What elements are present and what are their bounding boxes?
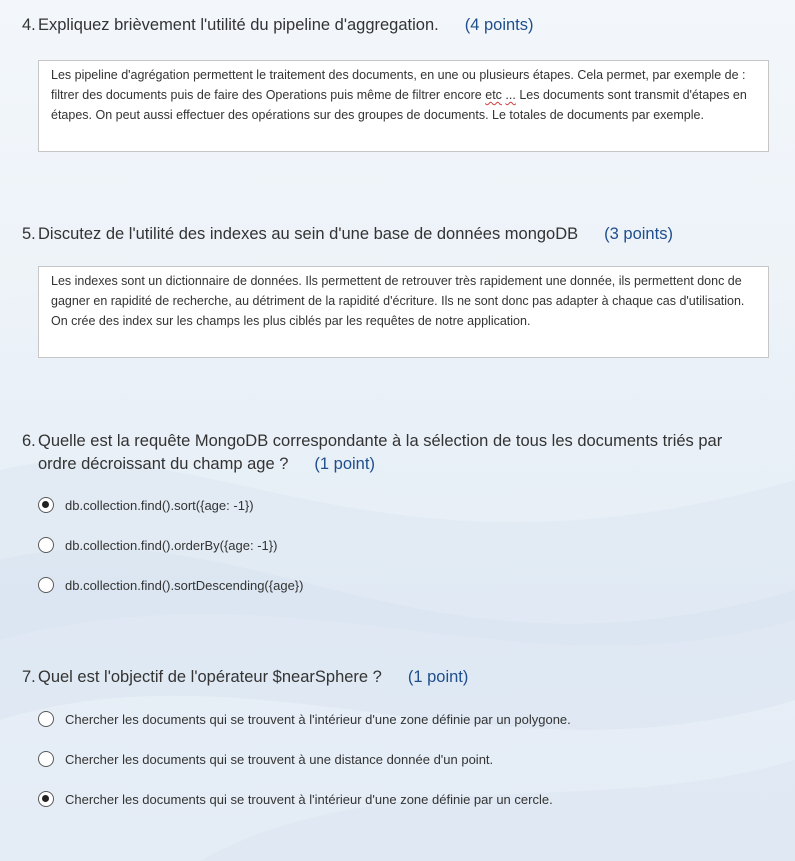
radio-option[interactable]: db.collection.find().sortDescending({age… xyxy=(38,575,303,595)
option-label: Chercher les documents qui se trouvent à… xyxy=(65,791,553,807)
question-number: 4. xyxy=(22,16,36,34)
radio-option[interactable]: db.collection.find().orderBy({age: -1}) xyxy=(38,535,277,555)
question-text: Discutez de l'utilité des indexes au sei… xyxy=(38,225,579,243)
radio-option[interactable]: Chercher les documents qui se trouvent à… xyxy=(38,789,553,809)
question-number: 5. xyxy=(22,225,36,243)
spellcheck-word: ... xyxy=(505,88,516,102)
radio-button[interactable] xyxy=(38,711,54,727)
radio-button[interactable] xyxy=(38,577,54,593)
question-title: 6. Quelle est la requête MongoDB corresp… xyxy=(22,430,762,476)
answer-textarea[interactable]: Les indexes sont un dictionnaire de donn… xyxy=(38,266,769,358)
question-number: 6. xyxy=(22,432,36,450)
option-label: Chercher les documents qui se trouvent à… xyxy=(65,711,571,727)
question-title: 5. Discutez de l'utilité des indexes au … xyxy=(22,223,762,246)
question-points: (3 points) xyxy=(604,225,673,243)
spellcheck-word: etc xyxy=(485,88,502,102)
radio-button[interactable] xyxy=(38,537,54,553)
question-points: (1 point) xyxy=(314,455,375,473)
radio-option[interactable]: db.collection.find().sort({age: -1}) xyxy=(38,495,254,515)
question-points: (4 points) xyxy=(464,16,534,34)
quiz-form: 4. Expliquez brièvement l'utilité du pip… xyxy=(0,0,795,861)
radio-button-selected[interactable] xyxy=(38,791,54,807)
option-label: db.collection.find().sort({age: -1}) xyxy=(65,497,254,513)
question-text: Quelle est la requête MongoDB correspond… xyxy=(38,432,723,473)
option-label: Chercher les documents qui se trouvent à… xyxy=(65,751,494,767)
question-points: (1 point) xyxy=(407,668,469,686)
radio-button-selected[interactable] xyxy=(38,497,54,513)
option-label: db.collection.find().orderBy({age: -1}) xyxy=(65,537,278,553)
question-text: Expliquez brièvement l'utilité du pipeli… xyxy=(38,16,439,34)
radio-option[interactable]: Chercher les documents qui se trouvent à… xyxy=(38,749,493,769)
radio-option[interactable]: Chercher les documents qui se trouvent à… xyxy=(38,709,571,729)
answer-textarea[interactable]: Les pipeline d'agrégation permettent le … xyxy=(38,60,769,152)
question-number: 7. xyxy=(22,668,36,686)
question-title: 7. Quel est l'objectif de l'opérateur $n… xyxy=(22,666,762,689)
question-title: 4. Expliquez brièvement l'utilité du pip… xyxy=(22,14,762,37)
option-label: db.collection.find().sortDescending({age… xyxy=(65,577,304,593)
radio-button[interactable] xyxy=(38,751,54,767)
question-text: Quel est l'objectif de l'opérateur $near… xyxy=(38,668,382,686)
